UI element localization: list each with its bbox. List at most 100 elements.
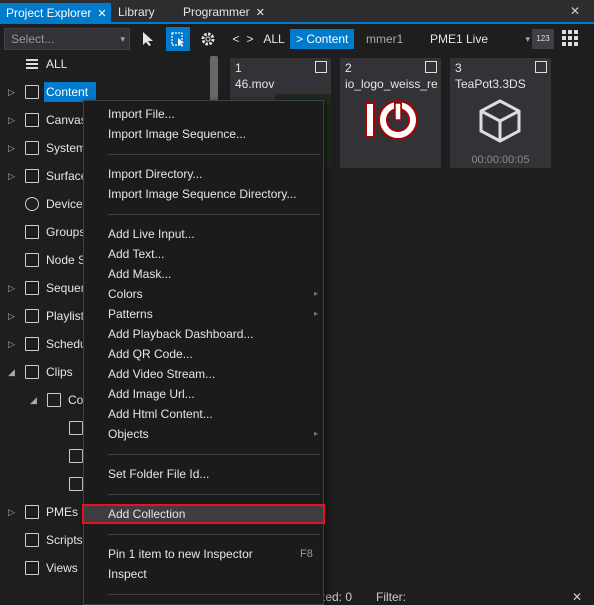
left-toolbar: Select... ▾	[0, 24, 222, 54]
close-icon[interactable]: ✕	[572, 590, 582, 604]
tree-item-surface[interactable]: ▷ Surface	[0, 166, 90, 186]
menu-item-import-directory[interactable]: Import Directory...	[108, 164, 202, 184]
close-icon[interactable]: ✕	[256, 7, 265, 19]
expand-arrow-icon[interactable]: ▷	[8, 110, 15, 130]
menu-item-import-image-sequence-directory[interactable]: Import Image Sequence Directory...	[108, 184, 297, 204]
tree-item-canvas[interactable]: ▷ Canvas	[0, 110, 90, 130]
context-menu: Import File... Import Image Sequence... …	[82, 100, 325, 605]
expand-arrow-icon[interactable]: ▷	[8, 306, 15, 326]
expand-arrow-icon[interactable]: ▷	[8, 278, 15, 298]
tree-item-clip-2[interactable]	[44, 446, 84, 466]
close-icon[interactable]: ✕	[97, 8, 106, 20]
tab-programmer[interactable]: Programmer ✕	[183, 3, 265, 22]
tree-item-groups[interactable]: Groups	[0, 222, 90, 242]
tree-item-clip-1[interactable]	[44, 418, 84, 438]
content-thumbnail[interactable]: 2 io_logo_weiss_re...	[340, 58, 441, 168]
tree-item-system[interactable]: ▷ System	[0, 138, 90, 158]
collapse-arrow-icon[interactable]: ◢	[30, 390, 37, 410]
tree-item-all[interactable]: ALL	[0, 54, 210, 74]
forward-button[interactable]: >	[244, 29, 256, 49]
expand-arrow-icon[interactable]: ▷	[8, 138, 15, 158]
menu-separator	[108, 214, 320, 215]
tree-item-scripts[interactable]: Scripts	[0, 530, 90, 550]
menu-item-import-file[interactable]: Import File...	[108, 104, 175, 124]
menu-item-label: Colors	[108, 287, 143, 301]
script-icon	[25, 533, 39, 547]
tree-item-playlists[interactable]: ▷ Playlist	[0, 306, 90, 326]
filter-label: Filter:	[376, 590, 406, 604]
playlist-icon	[25, 309, 39, 323]
menu-item-add-html-content[interactable]: Add Html Content...	[108, 404, 213, 424]
image-icon	[425, 61, 437, 73]
tree-item-label: PMEs	[46, 505, 79, 519]
settings-button[interactable]	[196, 27, 220, 51]
tree-item-collection[interactable]: ◢ Co	[22, 390, 90, 410]
menu-item-import-image-sequence[interactable]: Import Image Sequence...	[108, 124, 246, 144]
menu-item-add-video-stream[interactable]: Add Video Stream...	[108, 364, 215, 384]
menu-item-patterns[interactable]: Patterns ▸	[108, 304, 320, 324]
menu-item-add-text[interactable]: Add Text...	[108, 244, 164, 264]
tree-item-label: Co	[68, 393, 84, 407]
tree-item-clips[interactable]: ◢ Clips	[0, 362, 90, 382]
content-thumbnail[interactable]: 3 TeaPot3.3DS 00:00:00:05	[450, 58, 551, 168]
close-icon[interactable]: ✕	[570, 4, 580, 18]
tree-item-clip-3[interactable]	[44, 474, 84, 494]
menu-item-add-qr-code[interactable]: Add QR Code...	[108, 344, 193, 364]
menu-item-add-collection[interactable]: Add Collection	[108, 504, 185, 524]
folder-icon	[25, 85, 39, 99]
menu-item-label: Patterns	[108, 307, 153, 321]
tree-item-schedule[interactable]: ▷ Schedu	[0, 334, 90, 354]
menu-separator	[108, 534, 320, 535]
tree-item-device[interactable]: Device	[0, 194, 90, 214]
menu-item-objects[interactable]: Objects ▸	[108, 424, 320, 444]
tree-item-sequences[interactable]: ▷ Sequen	[0, 278, 90, 298]
tab-library[interactable]: Library	[118, 3, 155, 22]
select-placeholder: Select...	[11, 32, 55, 46]
menu-item-add-live-input[interactable]: Add Live Input...	[108, 224, 195, 244]
tab-label: Programmer	[183, 5, 250, 19]
database-icon	[25, 141, 39, 155]
expand-arrow-icon[interactable]: ▷	[8, 82, 15, 102]
menu-item-set-folder-file-id[interactable]: Set Folder File Id...	[108, 464, 209, 484]
tree-item-views[interactable]: Views	[0, 558, 90, 578]
copy-icon	[69, 421, 83, 435]
back-button[interactable]: <	[230, 29, 242, 49]
collapse-arrow-icon[interactable]: ◢	[8, 362, 15, 382]
tree-item-pmes[interactable]: ▷ PMEs	[0, 502, 90, 522]
menu-separator	[108, 154, 320, 155]
tree-item-label: Content	[44, 82, 97, 102]
menu-item-add-image-url[interactable]: Add Image Url...	[108, 384, 195, 404]
tree-item-label: Scripts	[46, 533, 83, 547]
tree-item-content[interactable]: ▷ Content	[0, 82, 210, 102]
grid-view-button[interactable]	[560, 28, 582, 50]
tree-item-label: Views	[46, 561, 78, 575]
tree-item-label: Clips	[46, 365, 73, 379]
menu-item-add-mask[interactable]: Add Mask...	[108, 264, 171, 284]
cube-icon	[479, 99, 521, 143]
copy-icon	[69, 449, 83, 463]
tab-project-explorer[interactable]: Project Explorer ✕	[0, 3, 111, 24]
live-output-dropdown[interactable]: PME1 Live ▾	[430, 29, 530, 49]
breadcrumb-all[interactable]: ALL	[260, 29, 288, 49]
tree-item-node[interactable]: Node S	[0, 250, 90, 270]
surface-icon	[25, 169, 39, 183]
pointer-tool-button[interactable]	[136, 27, 160, 51]
programmer-dropdown[interactable]: mmer1	[366, 29, 426, 49]
device-icon	[25, 197, 39, 211]
expand-arrow-icon[interactable]: ▷	[8, 166, 15, 186]
menu-item-add-playback-dashboard[interactable]: Add Playback Dashboard...	[108, 324, 253, 344]
breadcrumb-content[interactable]: > Content	[290, 29, 355, 49]
menu-item-colors[interactable]: Colors ▸	[108, 284, 320, 304]
menu-separator	[108, 594, 320, 595]
select-mode-button[interactable]	[166, 27, 190, 51]
expand-arrow-icon[interactable]: ▷	[8, 502, 15, 522]
thumbnail-name: io_logo_weiss_re...	[345, 77, 439, 91]
tree-item-label: ALL	[46, 57, 68, 71]
numbering-toggle-button[interactable]: 123	[532, 29, 554, 49]
menu-item-inspect[interactable]: Inspect	[108, 564, 147, 584]
calendar-icon	[25, 337, 39, 351]
menu-item-pin-to-inspector[interactable]: Pin 1 item to new Inspector	[108, 544, 253, 564]
sequence-icon	[25, 281, 39, 295]
expand-arrow-icon[interactable]: ▷	[8, 334, 15, 354]
select-dropdown[interactable]: Select... ▾	[4, 28, 130, 50]
